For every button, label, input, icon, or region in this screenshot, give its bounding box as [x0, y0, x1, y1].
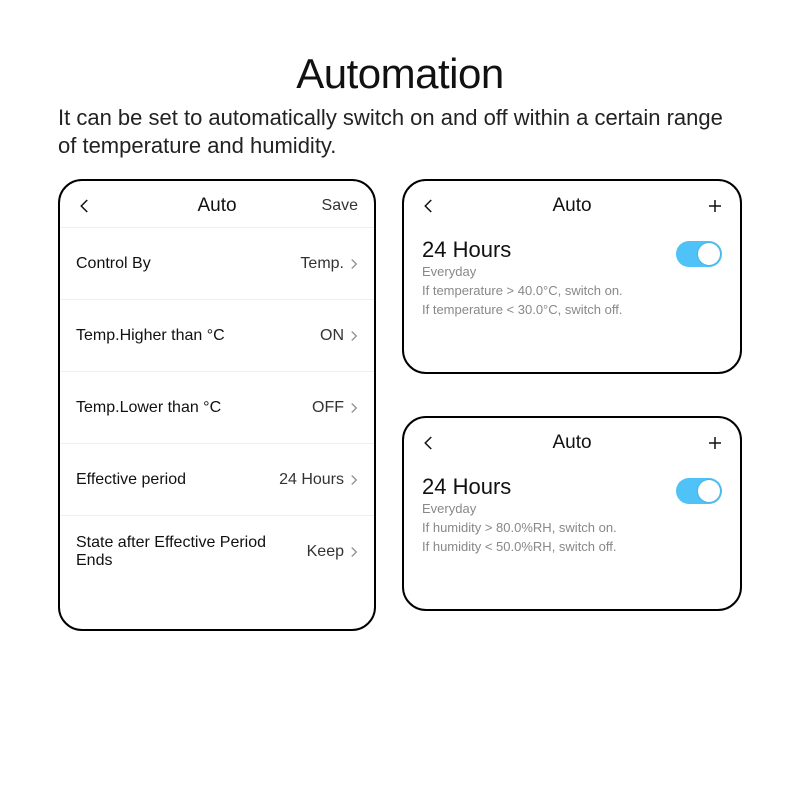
- automation-rule-card-temperature: Auto 24 Hours Everyday If temperature > …: [402, 179, 742, 374]
- row-label: State after Effective Period Ends: [76, 534, 307, 570]
- plus-icon: [706, 434, 724, 452]
- nav-title: Auto: [197, 195, 236, 217]
- rule-title: 24 Hours: [422, 474, 617, 500]
- row-label: Effective period: [76, 471, 186, 489]
- chevron-right-icon: [350, 258, 358, 270]
- back-arrow-icon: [76, 197, 94, 215]
- back-arrow-icon: [420, 197, 438, 215]
- row-state-after[interactable]: State after Effective Period Ends Keep: [60, 516, 374, 588]
- rule-toggle[interactable]: [676, 478, 722, 504]
- row-value: 24 Hours: [279, 471, 344, 489]
- settings-list: Control By Temp. Temp.Higher than °C ON …: [60, 227, 374, 588]
- add-button[interactable]: [676, 197, 724, 215]
- row-value: OFF: [312, 399, 344, 417]
- automation-rule-card-humidity: Auto 24 Hours Everyday If humidity > 80.…: [402, 416, 742, 611]
- row-label: Temp.Lower than °C: [76, 399, 221, 417]
- row-temp-higher[interactable]: Temp.Higher than °C ON: [60, 300, 374, 372]
- row-value: ON: [320, 327, 344, 345]
- chevron-right-icon: [350, 546, 358, 558]
- row-value: Keep: [307, 543, 344, 561]
- chevron-right-icon: [350, 330, 358, 342]
- nav-title: Auto: [552, 432, 591, 454]
- page-subheading: It can be set to automatically switch on…: [58, 104, 742, 159]
- chevron-right-icon: [350, 402, 358, 414]
- back-arrow-icon: [420, 434, 438, 452]
- rule-condition-on: If temperature > 40.0°C, switch on.: [422, 282, 623, 301]
- back-button[interactable]: [420, 434, 468, 452]
- back-button[interactable]: [420, 197, 468, 215]
- settings-card: Auto Save Control By Temp. Temp.Higher t…: [58, 179, 376, 631]
- rule-toggle[interactable]: [676, 241, 722, 267]
- nav-bar: Auto: [404, 181, 740, 227]
- chevron-right-icon: [350, 474, 358, 486]
- rule-title: 24 Hours: [422, 237, 623, 263]
- rule-condition-off: If temperature < 30.0°C, switch off.: [422, 301, 623, 320]
- row-label: Temp.Higher than °C: [76, 327, 225, 345]
- plus-icon: [706, 197, 724, 215]
- row-control-by[interactable]: Control By Temp.: [60, 228, 374, 300]
- rule-subtitle: Everyday: [422, 263, 623, 282]
- nav-bar: Auto: [404, 418, 740, 464]
- add-button[interactable]: [676, 434, 724, 452]
- rule-subtitle: Everyday: [422, 500, 617, 519]
- back-button[interactable]: [76, 197, 124, 215]
- row-value: Temp.: [300, 255, 344, 273]
- rule-condition-off: If humidity < 50.0%RH, switch off.: [422, 538, 617, 557]
- row-temp-lower[interactable]: Temp.Lower than °C OFF: [60, 372, 374, 444]
- nav-title: Auto: [552, 195, 591, 217]
- row-label: Control By: [76, 255, 151, 273]
- row-effective-period[interactable]: Effective period 24 Hours: [60, 444, 374, 516]
- rule-condition-on: If humidity > 80.0%RH, switch on.: [422, 519, 617, 538]
- nav-bar: Auto Save: [60, 181, 374, 227]
- page-heading: Automation: [58, 50, 742, 98]
- save-button[interactable]: Save: [310, 197, 358, 215]
